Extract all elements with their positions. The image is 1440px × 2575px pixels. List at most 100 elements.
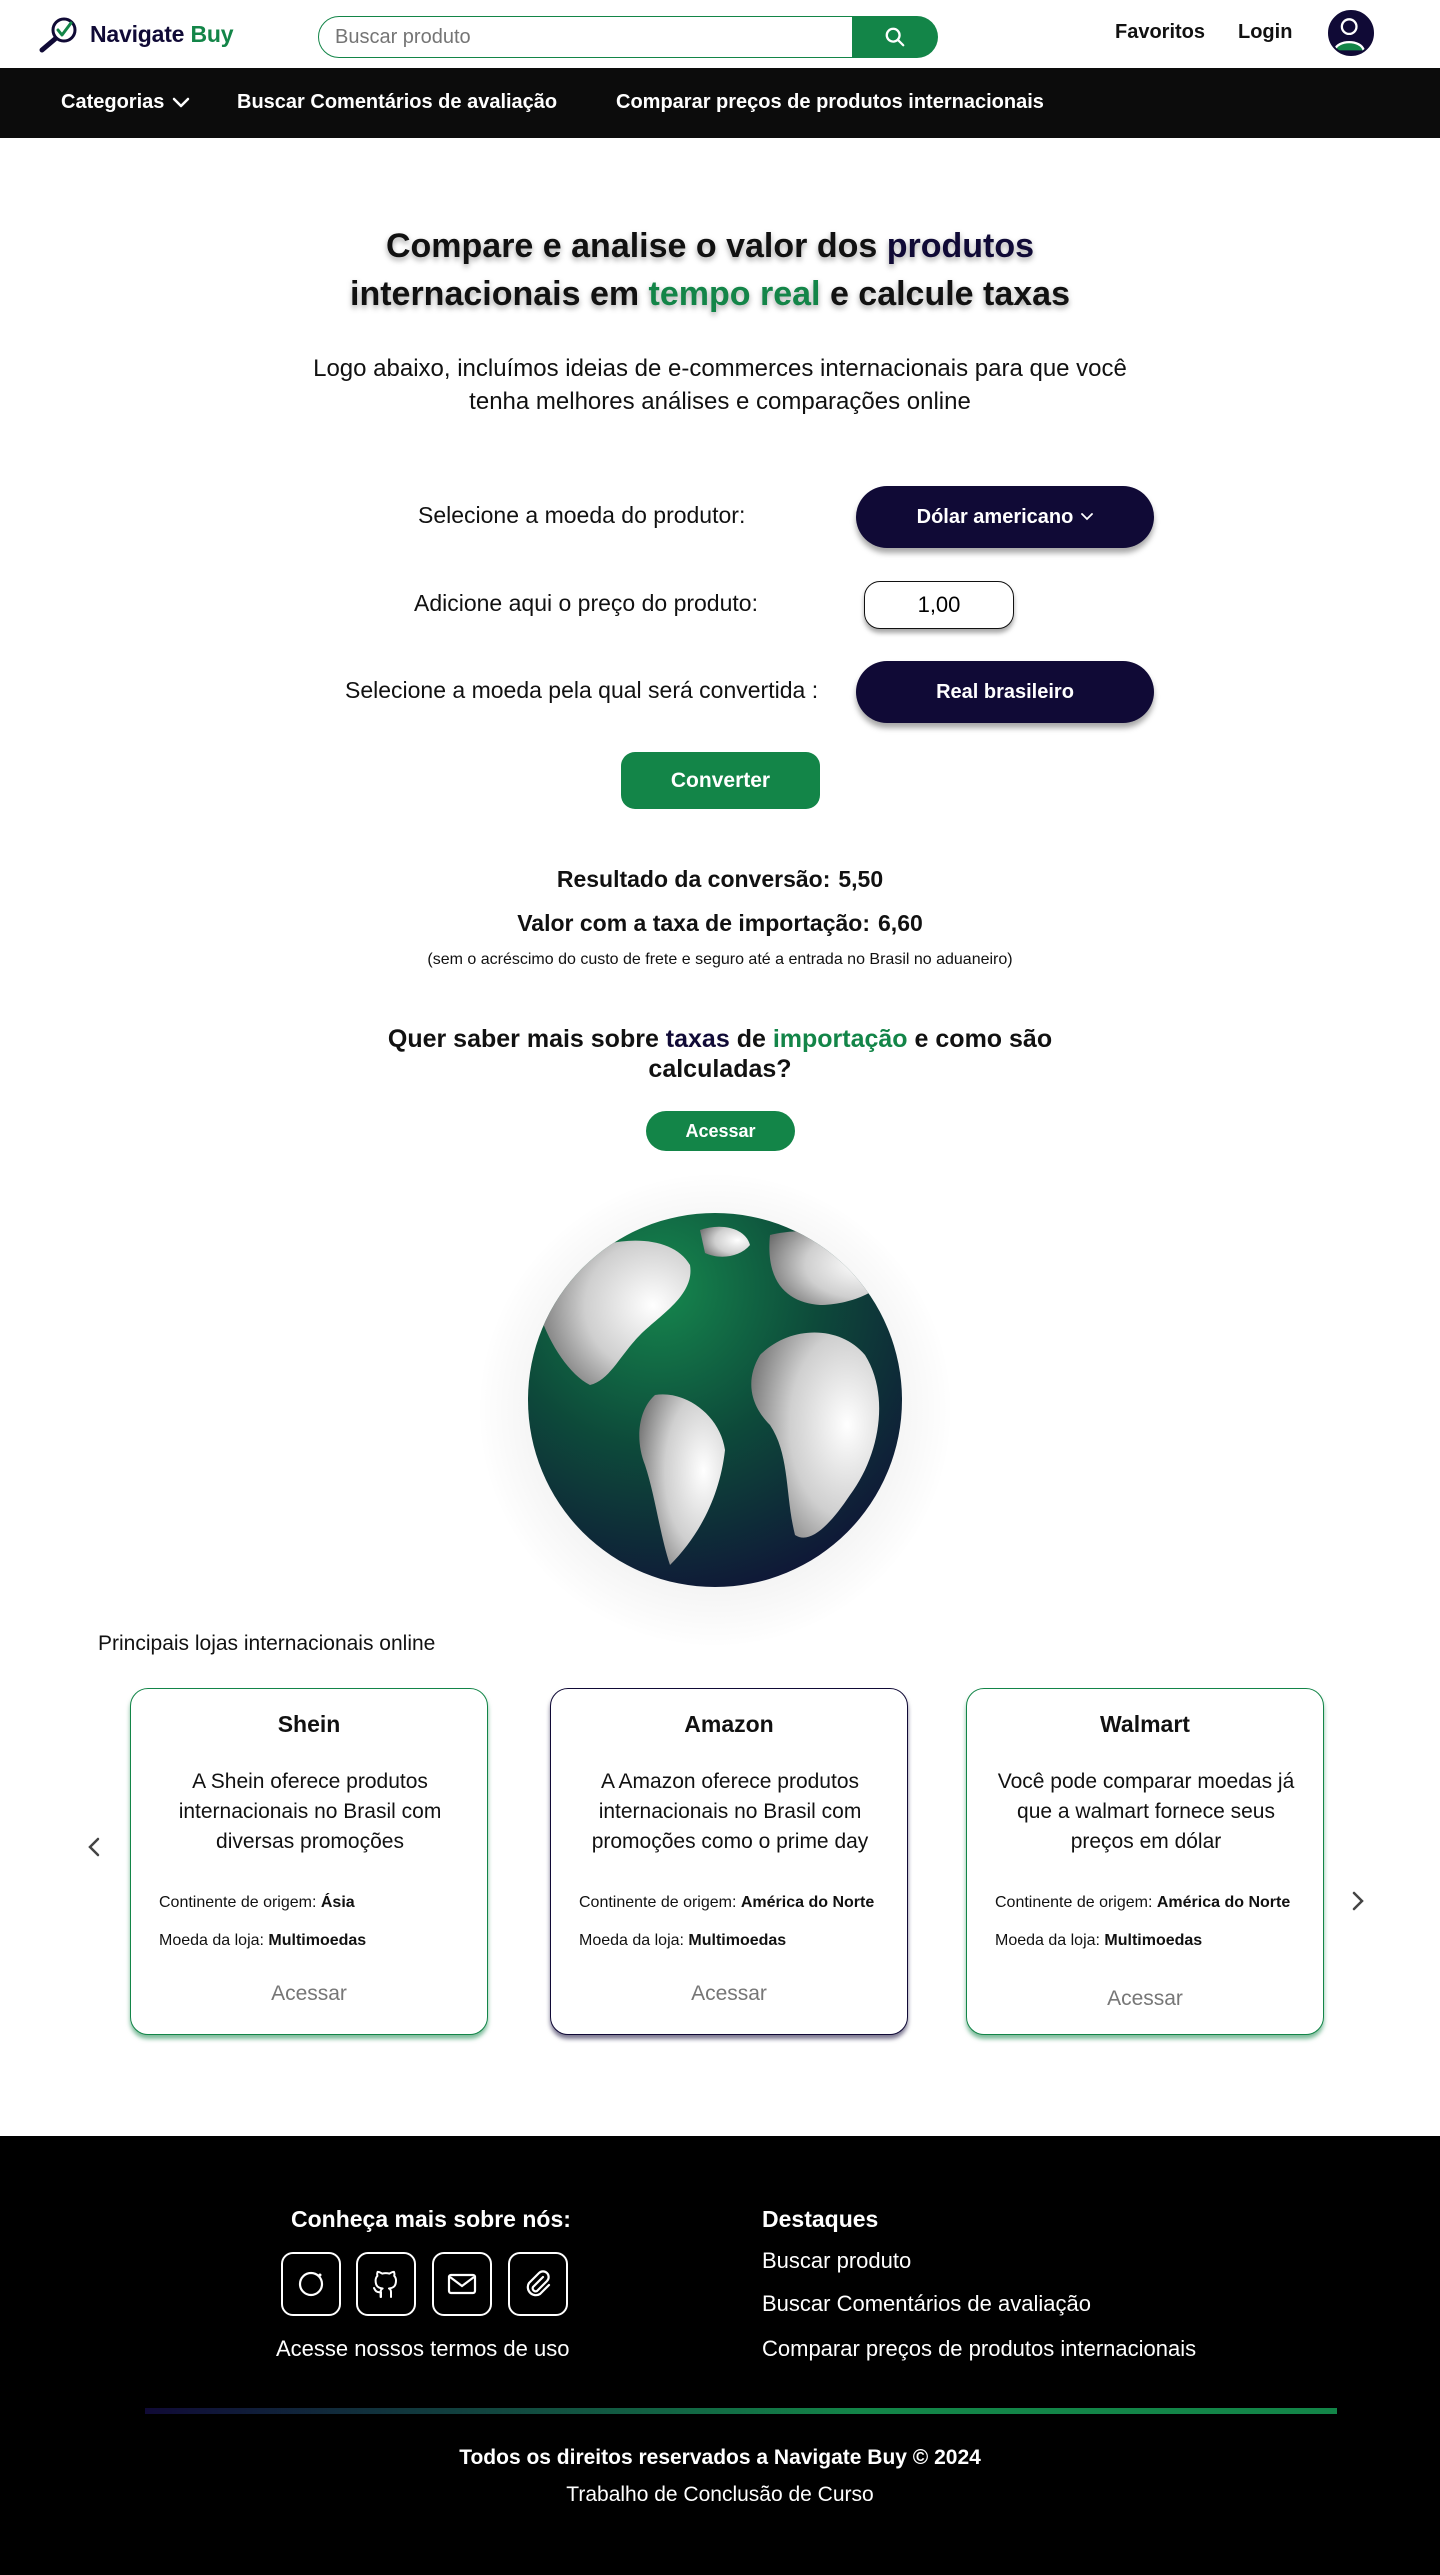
currency-label: Moeda da loja: <box>995 1932 1105 1949</box>
store-card-link[interactable]: Acessar <box>131 1982 487 2006</box>
continent-value: Ásia <box>320 1894 355 1911</box>
tax-question-part: de <box>729 1025 773 1053</box>
chevron-down-icon <box>1081 513 1094 521</box>
continent-label: Continente de origem: <box>159 1894 321 1911</box>
logo-text-buy: Buy <box>190 20 234 47</box>
footer: Conheça mais sobre nós: Acesse nossos te… <box>0 2136 1440 2575</box>
tax-access-button[interactable]: Acessar <box>646 1111 795 1151</box>
currency-label: Moeda da loja: <box>159 1932 269 1949</box>
github-button[interactable] <box>356 2252 416 2316</box>
email-button[interactable] <box>432 2252 492 2316</box>
terms-link[interactable]: Acesse nossos termos de uso <box>276 2336 569 2362</box>
tax-question-highlight: importação <box>772 1025 908 1053</box>
tax-question-part: Quer saber mais sobre <box>387 1025 666 1053</box>
mail-icon <box>447 2273 477 2295</box>
search-button[interactable] <box>852 16 938 58</box>
tax-result-value: 6,60 <box>878 910 923 936</box>
tax-question: Quer saber mais sobre taxas de importaçã… <box>380 1024 1060 1084</box>
store-card-link[interactable]: Acessar <box>967 1987 1323 2011</box>
nav-comparar[interactable]: Comparar preços de produtos internaciona… <box>616 91 1044 114</box>
store-card-link[interactable]: Acessar <box>551 1982 907 2006</box>
source-currency-label: Selecione a moeda do produtor: <box>418 502 746 528</box>
source-currency-select[interactable]: Dólar americano <box>856 486 1154 548</box>
store-card-title: Shein <box>277 1711 341 1737</box>
store-card-continent: Continente de origem: Ásia <box>159 1894 355 1912</box>
continent-label: Continente de origem: <box>995 1894 1157 1911</box>
top-header: Navigate Buy Favoritos Login <box>0 0 1440 68</box>
carousel-prev-button[interactable] <box>86 1834 102 1866</box>
hero-title-part: internacionais em <box>350 275 649 313</box>
footer-link-comparar[interactable]: Comparar preços de produtos internaciona… <box>762 2336 1196 2362</box>
hero-title: Compare e analise o valor dos produtos i… <box>240 222 1180 318</box>
conversion-result-value: 5,50 <box>838 866 884 892</box>
store-card-currency: Moeda da loja: Multimoedas <box>579 1932 786 1950</box>
search-icon <box>885 27 905 47</box>
continent-label: Continente de origem: <box>579 1894 741 1911</box>
search-bar <box>318 16 938 58</box>
convert-button[interactable]: Converter <box>621 752 820 809</box>
chevron-left-icon <box>88 1837 100 1857</box>
github-icon <box>373 2270 397 2298</box>
currency-value: Multimoedas <box>1104 1932 1203 1949</box>
price-input[interactable] <box>864 581 1014 629</box>
currency-value: Multimoedas <box>688 1932 787 1949</box>
instagram-icon <box>298 2271 324 2297</box>
store-card-title: Walmart <box>1100 1711 1190 1737</box>
search-input[interactable] <box>318 16 878 58</box>
store-card-currency: Moeda da loja: Multimoedas <box>995 1932 1202 1950</box>
carousel-next-button[interactable] <box>1350 1888 1366 1920</box>
store-card-shein[interactable]: Shein A Shein oferece produtos internaci… <box>130 1688 488 2035</box>
user-icon <box>1333 18 1365 51</box>
footer-copyright: Todos os direitos reservados a Navigate … <box>459 2446 981 2469</box>
store-card-walmart[interactable]: Walmart Você pode comparar moedas já que… <box>966 1688 1324 2035</box>
favorites-link[interactable]: Favoritos <box>1115 21 1205 44</box>
logo[interactable]: Navigate Buy <box>38 14 234 54</box>
nav-comentarios[interactable]: Buscar Comentários de avaliação <box>237 91 557 114</box>
instagram-button[interactable] <box>281 2252 341 2316</box>
attachment-button[interactable] <box>508 2252 568 2316</box>
main-nav: Categorias Buscar Comentários de avaliaç… <box>0 68 1440 138</box>
store-card-amazon[interactable]: Amazon A Amazon oferece produtos interna… <box>550 1688 908 2035</box>
footer-divider <box>145 2408 1337 2414</box>
hero-subtitle: Logo abaixo, incluímos ideias de e-comme… <box>313 355 1127 415</box>
store-card-description: A Shein oferece produtos internacionais … <box>178 1770 442 1853</box>
target-currency-value: Real brasileiro <box>936 680 1074 703</box>
conversion-result: Resultado da conversão: 5,50 <box>320 866 1120 893</box>
footer-link-buscar-produto[interactable]: Buscar produto <box>762 2248 911 2274</box>
store-card-description: A Amazon oferece produtos internacionais… <box>591 1770 869 1853</box>
currency-value: Multimoedas <box>268 1932 367 1949</box>
store-card-continent: Continente de origem: América do Norte <box>995 1894 1290 1912</box>
chevron-down-icon <box>173 97 190 107</box>
magnifier-check-icon <box>39 17 77 53</box>
login-link[interactable]: Login <box>1238 21 1292 44</box>
price-label: Adicione aqui o preço do produto: <box>414 590 758 616</box>
continent-value: América do Norte <box>740 1894 875 1911</box>
footer-tcc: Trabalho de Conclusão de Curso <box>566 2483 874 2506</box>
logo-text-navigate: Navigate <box>90 20 185 47</box>
nav-categorias-label: Categorias <box>61 91 165 113</box>
logo-text: Navigate Buy <box>90 20 234 48</box>
target-currency-label: Selecione a moeda pela qual será convert… <box>345 677 819 703</box>
source-currency-value: Dólar americano <box>916 505 1074 528</box>
hero-title-highlight: produtos <box>886 227 1035 265</box>
hero-title-part: Compare e analise o valor dos <box>385 227 887 265</box>
tax-result: Valor com a taxa de importação: 6,60 <box>320 910 1120 937</box>
footer-link-comentarios[interactable]: Buscar Comentários de avaliação <box>762 2291 1091 2317</box>
currency-label: Moeda da loja: <box>579 1932 689 1949</box>
hero-title-part: e calcule taxas <box>829 275 1070 313</box>
globe-illustration <box>480 1175 950 1645</box>
avatar[interactable] <box>1328 10 1374 56</box>
target-currency-select[interactable]: Real brasileiro <box>856 661 1154 723</box>
nav-categorias[interactable]: Categorias <box>61 91 190 114</box>
conversion-result-label: Resultado da conversão: <box>556 866 831 892</box>
chevron-right-icon <box>1352 1891 1364 1911</box>
tax-question-highlight: taxas <box>665 1025 730 1053</box>
store-card-continent: Continente de origem: América do Norte <box>579 1894 874 1912</box>
tax-result-label: Valor com a taxa de importação: <box>517 910 871 936</box>
conversion-note: (sem o acréscimo do custo de frete e seg… <box>427 951 1013 968</box>
footer-about-title: Conheça mais sobre nós: <box>291 2206 571 2232</box>
store-card-description: Você pode comparar moedas já que a walma… <box>997 1770 1295 1853</box>
paperclip-icon <box>526 2270 551 2297</box>
continent-value: América do Norte <box>1156 1894 1291 1911</box>
store-card-title: Amazon <box>684 1711 774 1737</box>
